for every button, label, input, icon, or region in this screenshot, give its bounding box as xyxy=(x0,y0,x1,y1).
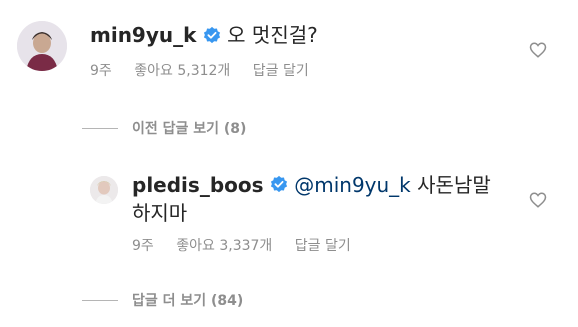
view-more-replies-label[interactable]: 답글 더 보기 (84) xyxy=(132,290,243,310)
timestamp: 9주 xyxy=(132,238,154,254)
timestamp: 9주 xyxy=(90,63,112,79)
profile-photo-icon xyxy=(90,176,118,204)
view-previous-replies[interactable]: 이전 답글 보기 (8) xyxy=(82,118,246,138)
like-heart-icon[interactable] xyxy=(529,191,547,209)
view-previous-replies-label[interactable]: 이전 답글 보기 (8) xyxy=(132,118,246,138)
verified-badge-icon xyxy=(270,173,288,200)
divider-line xyxy=(82,299,118,301)
username[interactable]: pledis_boos xyxy=(132,173,264,197)
divider-line xyxy=(82,127,118,129)
reply-button[interactable]: 답글 달기 xyxy=(253,63,309,79)
comment-text-line2: 하지마 xyxy=(132,201,188,225)
mention-link[interactable]: @min9yu_k xyxy=(294,173,411,197)
comment-text-line1: 사돈남말 xyxy=(417,173,491,197)
like-count[interactable]: 좋아요 5,312개 xyxy=(134,63,230,79)
view-more-replies[interactable]: 답글 더 보기 (84) xyxy=(82,290,243,310)
like-count[interactable]: 좋아요 3,337개 xyxy=(176,238,272,254)
like-heart-icon[interactable] xyxy=(529,41,547,59)
avatar[interactable] xyxy=(17,21,67,71)
verified-badge-icon xyxy=(203,25,221,49)
reply-button[interactable]: 답글 달기 xyxy=(295,238,351,254)
profile-photo-icon xyxy=(17,21,67,71)
comment-text: 오 멋진걸? xyxy=(227,23,318,47)
avatar[interactable] xyxy=(90,176,118,204)
username[interactable]: min9yu_k xyxy=(90,23,196,47)
